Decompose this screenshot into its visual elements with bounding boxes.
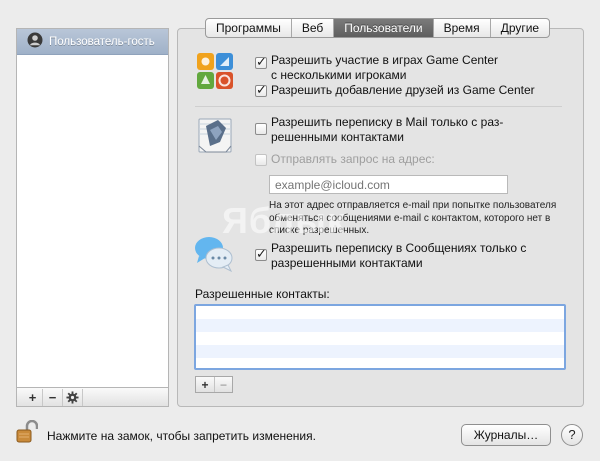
limit-mail-checkbox[interactable]: [255, 123, 267, 135]
tab-time-limits[interactable]: Время: [434, 19, 491, 37]
logs-button[interactable]: Журналы…: [461, 424, 551, 446]
user-name: Пользователь-гость: [49, 35, 155, 48]
add-user-button[interactable]: +: [23, 388, 43, 406]
tab-apps[interactable]: Программы: [206, 19, 292, 37]
allowed-contacts-list[interactable]: [194, 304, 566, 370]
list-row[interactable]: [196, 358, 564, 368]
watermark: Яблык: [222, 200, 346, 241]
contacts-toolbar: + −: [195, 376, 233, 393]
allow-multiplayer-checkbox[interactable]: [255, 54, 267, 70]
tab-people[interactable]: Пользователи: [334, 19, 434, 37]
limit-messages-checkbox[interactable]: [255, 246, 267, 262]
tab-other[interactable]: Другие: [491, 19, 549, 37]
list-row[interactable]: [196, 306, 564, 319]
list-row[interactable]: [196, 332, 564, 345]
user-avatar-icon: [27, 32, 43, 51]
sidebar-toolbar: + −: [16, 388, 169, 407]
allow-friends-label: Разрешить добавление друзей из Game Cent…: [271, 83, 535, 97]
lock-hint: Нажмите на замок, чтобы запретить измене…: [47, 429, 316, 443]
allow-multiplayer-label: Разрешить участие в играх Game Center с …: [271, 53, 499, 82]
game-center-icon: [196, 52, 234, 93]
remove-user-button[interactable]: −: [43, 388, 63, 406]
list-row[interactable]: [196, 345, 564, 358]
limit-mail-label: Разрешить переписку в Mail только с раз-…: [271, 115, 504, 144]
allow-friends-checkbox[interactable]: [255, 82, 267, 98]
user-options-button[interactable]: [63, 388, 83, 406]
mail-icon: [196, 116, 236, 159]
tab-bar: Программы Веб Пользователи Время Другие: [205, 18, 551, 38]
section-divider: [195, 106, 562, 107]
user-row-guest[interactable]: Пользователь-гость: [17, 29, 168, 55]
add-contact-button[interactable]: +: [196, 377, 214, 392]
send-request-label: Отправлять запрос на адрес:: [271, 152, 435, 166]
allowed-contacts-label: Разрешенные контакты:: [195, 287, 330, 301]
list-row[interactable]: [196, 319, 564, 332]
user-list[interactable]: Пользователь-гость: [16, 28, 169, 388]
request-email-field[interactable]: [269, 175, 508, 194]
send-request-checkbox[interactable]: [255, 154, 267, 166]
messages-icon: [193, 234, 235, 277]
help-button[interactable]: ?: [561, 424, 583, 446]
tab-web[interactable]: Веб: [292, 19, 335, 37]
gear-icon: [66, 390, 79, 404]
limit-messages-label: Разрешить переписку в Сообщениях только …: [271, 241, 527, 270]
lock-icon[interactable]: [16, 419, 39, 447]
remove-contact-button[interactable]: −: [214, 377, 232, 392]
